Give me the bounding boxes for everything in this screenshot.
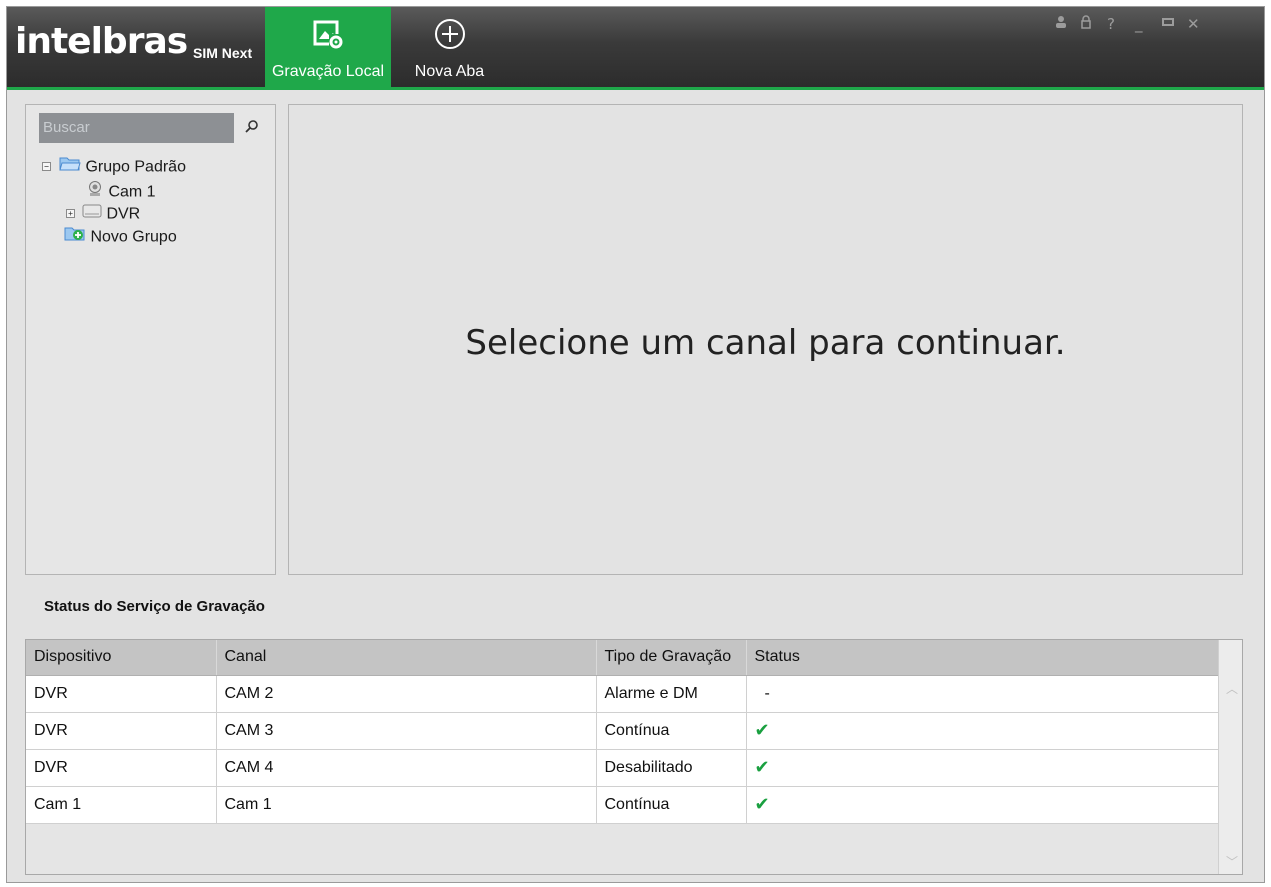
- title-bar: intelbras SIM Next Gravação Local Nova A…: [7, 7, 1264, 87]
- status-section-title: Status do Serviço de Gravação: [44, 598, 265, 615]
- folder-settings-icon: [311, 17, 345, 56]
- cell-type: Contínua: [596, 786, 747, 824]
- check-icon: ✔: [746, 749, 1219, 787]
- tree-item-dvr[interactable]: DVR: [82, 203, 140, 225]
- check-icon: ✔: [746, 712, 1219, 750]
- table-row[interactable]: DVR CAM 2 Alarme e DM -: [26, 675, 1219, 713]
- column-header[interactable]: Dispositivo: [26, 640, 217, 676]
- cell-device: Cam 1: [26, 786, 217, 824]
- app-window: intelbras SIM Next Gravação Local Nova A…: [6, 6, 1265, 883]
- tab-label: Gravação Local: [271, 63, 385, 80]
- plus-circle-icon: [433, 17, 467, 56]
- table-row[interactable]: Cam 1 Cam 1 Contínua ✔: [26, 786, 1219, 824]
- folder-open-icon: [59, 156, 81, 179]
- device-tree-panel: Buscar − Grupo Padrão Cam 1 + DVR Novo G…: [25, 104, 276, 575]
- cell-type: Desabilitado: [596, 749, 747, 787]
- cell-type: Alarme e DM: [596, 675, 747, 713]
- cell-channel: CAM 2: [216, 675, 597, 713]
- expand-icon[interactable]: +: [66, 209, 75, 218]
- column-header[interactable]: Canal: [216, 640, 597, 676]
- tree-item-cam-1[interactable]: Cam 1: [86, 180, 156, 202]
- status-table: Dispositivo Canal Tipo de Gravação Statu…: [26, 640, 1219, 824]
- table-row[interactable]: DVR CAM 4 Desabilitado ✔: [26, 749, 1219, 787]
- table-row[interactable]: DVR CAM 3 Contínua ✔: [26, 712, 1219, 750]
- help-button[interactable]: ?: [1107, 15, 1115, 33]
- tab-nova-aba[interactable]: Nova Aba: [402, 7, 497, 87]
- camera-icon: [86, 180, 104, 205]
- product-name: SIM Next: [193, 45, 253, 61]
- search-input[interactable]: Buscar: [39, 113, 234, 143]
- tab-label: Nova Aba: [414, 63, 485, 80]
- status-table-container: Dispositivo Canal Tipo de Gravação Statu…: [25, 639, 1243, 875]
- cell-type: Contínua: [596, 712, 747, 750]
- empty-state-message: Selecione um canal para continuar.: [465, 323, 1066, 363]
- column-header[interactable]: Tipo de Gravação: [596, 640, 747, 676]
- cell-channel: CAM 4: [216, 749, 597, 787]
- add-folder-icon: [64, 226, 86, 249]
- tree-label: DVR: [106, 205, 141, 223]
- column-header[interactable]: Status: [746, 640, 1219, 676]
- chevron-up-icon[interactable]: ︿: [1226, 680, 1238, 697]
- cell-channel: CAM 3: [216, 712, 597, 750]
- chevron-down-icon[interactable]: ﹀: [1226, 853, 1238, 870]
- cell-device: DVR: [26, 712, 217, 750]
- tree-label: Cam 1: [108, 183, 156, 201]
- maximize-icon[interactable]: [1161, 15, 1175, 33]
- close-button[interactable]: ✕: [1187, 15, 1200, 33]
- main-view-panel: Selecione um canal para continuar.: [288, 104, 1243, 575]
- table-header-row: Dispositivo Canal Tipo de Gravação Statu…: [26, 640, 1219, 676]
- app-logo: intelbras: [15, 21, 188, 62]
- accent-line: [7, 87, 1264, 90]
- collapse-icon[interactable]: −: [42, 162, 51, 171]
- lock-icon[interactable]: [1079, 15, 1093, 33]
- user-icon[interactable]: [1054, 15, 1068, 33]
- dvr-icon: [82, 203, 102, 226]
- tree-label: Novo Grupo: [90, 228, 177, 246]
- cell-status: -: [746, 675, 1219, 713]
- minimize-button[interactable]: _: [1135, 15, 1143, 33]
- check-icon: ✔: [746, 786, 1219, 824]
- tree-item-grupo-padrao[interactable]: Grupo Padrão: [59, 156, 186, 178]
- cell-device: DVR: [26, 749, 217, 787]
- table-scrollbar[interactable]: ︿ ﹀: [1218, 640, 1242, 874]
- cell-device: DVR: [26, 675, 217, 713]
- tree-item-novo-grupo[interactable]: Novo Grupo: [64, 226, 177, 248]
- search-icon[interactable]: [242, 117, 262, 137]
- tab-gravacao-local[interactable]: Gravação Local: [265, 7, 391, 87]
- cell-channel: Cam 1: [216, 786, 597, 824]
- tree-label: Grupo Padrão: [85, 158, 186, 176]
